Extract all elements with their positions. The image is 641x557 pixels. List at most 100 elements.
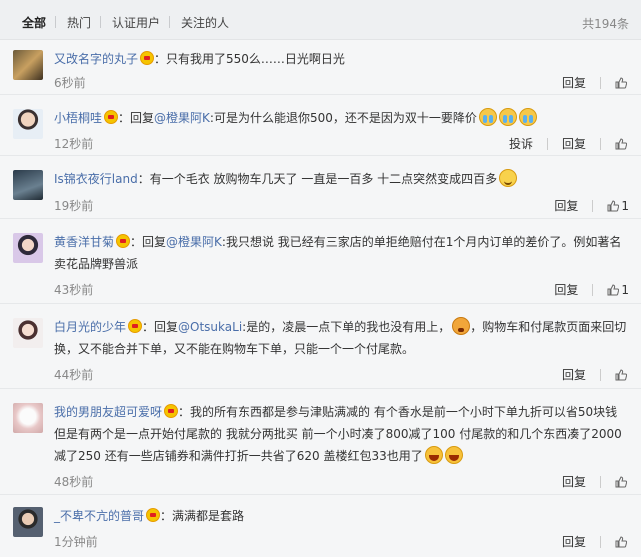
comment-time: 19秒前 <box>54 199 94 213</box>
action-divider <box>592 200 594 212</box>
like-button[interactable] <box>615 368 629 382</box>
like-button[interactable] <box>615 535 629 549</box>
reply-button[interactable]: 回复 <box>562 473 586 490</box>
comment-text: _不卑不亢的普哥 ：满满都是套路 <box>54 505 629 527</box>
comment-body: ：有一个毛衣 放购物车几天了 一直是一百多 十二点突然变成四百多 <box>137 172 498 186</box>
comment-time: 12秒前 <box>54 137 94 151</box>
cry-icon <box>478 108 497 126</box>
cry-icon <box>498 108 517 126</box>
thumbs-up-icon <box>615 476 627 488</box>
tab-all[interactable]: 全部 <box>22 14 46 31</box>
avatar[interactable] <box>13 109 43 139</box>
laugh-icon <box>424 446 443 464</box>
mention-link[interactable]: @橙果阿K <box>154 111 210 125</box>
action-divider <box>600 476 601 488</box>
action-divider <box>546 138 548 150</box>
username-link[interactable]: 我的男朋友超可爱呀 <box>54 405 162 419</box>
avatar[interactable] <box>13 233 43 263</box>
cry-icon <box>518 108 537 126</box>
comment-text: 小梧桐哇 ：回复@橙果阿K:可是为什么能退你500，还不是因为双十一要降价 <box>54 107 629 129</box>
reply-prefix: ：回复 <box>130 235 167 249</box>
tab-hot[interactable]: 热门 <box>67 14 91 31</box>
comment-item: 又改名字的丸子 ：只有我用了550么……日光啊日光 6秒前 回复 <box>0 40 641 95</box>
comment-item: _不卑不亢的普哥 ：满满都是套路 1分钟前 回复 <box>0 495 641 557</box>
comment-item: 我的男朋友超可爱呀 ：我的所有东西都是参与津贴满减的 有个香水是前一个小时下单九折… <box>0 389 641 495</box>
comment-text: 又改名字的丸子 ：只有我用了550么……日光啊日光 <box>54 48 629 70</box>
avatar[interactable] <box>13 507 43 537</box>
angry-icon <box>452 317 471 335</box>
avatar[interactable] <box>13 318 43 348</box>
like-button[interactable] <box>615 137 629 151</box>
reply-prefix: ：回复 <box>118 111 155 125</box>
thumbs-up-icon <box>607 284 620 296</box>
comment-text: Is锦衣夜行land：有一个毛衣 放购物车几天了 一直是一百多 十二点突然变成四… <box>54 168 629 190</box>
vip-badge-icon <box>128 319 143 333</box>
vip-badge-icon <box>104 110 119 124</box>
like-button[interactable] <box>615 475 629 489</box>
comment-actions: 回复 1 <box>554 281 629 298</box>
action-divider <box>600 369 601 381</box>
comment-time: 6秒前 <box>54 76 86 90</box>
reply-button[interactable]: 回复 <box>554 281 578 298</box>
comment-body: :可是为什么能退你500，还不是因为双十一要降价 <box>209 111 477 125</box>
vip-badge-icon <box>146 508 161 522</box>
comment-item: 白月光的少年 ：回复@OtsukaLi:是的，凌晨一点下单的我也没有用上， ，购物车… <box>0 304 641 389</box>
reply-button[interactable]: 回复 <box>554 197 578 214</box>
reply-button[interactable]: 回复 <box>562 533 586 550</box>
comment-time: 48秒前 <box>54 475 94 489</box>
comment-filter-tabs: 全部 热门 认证用户 关注的人 共194条 <box>0 0 641 40</box>
thumbs-up-icon <box>615 536 627 548</box>
like-button[interactable]: 1 <box>607 283 629 297</box>
reply-button[interactable]: 回复 <box>562 74 586 91</box>
report-button[interactable]: 投诉 <box>509 135 533 152</box>
like-count: 1 <box>621 199 629 213</box>
username-link[interactable]: 又改名字的丸子 <box>54 52 138 66</box>
thumbs-up-icon <box>607 200 620 212</box>
comment-text: 我的男朋友超可爱呀 ：我的所有东西都是参与津贴满减的 有个香水是前一个小时下单九折… <box>54 401 629 467</box>
username-link[interactable]: 黄香洋甘菊 <box>54 235 114 249</box>
avatar[interactable] <box>13 403 43 433</box>
vip-badge-icon <box>164 404 179 418</box>
action-divider <box>592 284 594 296</box>
mention-link[interactable]: @OtsukaLi <box>178 320 242 334</box>
reply-button[interactable]: 回复 <box>562 366 586 383</box>
tab-verified[interactable]: 认证用户 <box>112 14 160 31</box>
vip-badge-icon <box>140 51 155 65</box>
thumbs-up-icon <box>615 77 627 89</box>
action-divider <box>600 77 601 89</box>
like-button[interactable] <box>615 76 629 90</box>
comment-body: ：满满都是套路 <box>160 509 245 523</box>
username-link[interactable]: 白月光的少年 <box>54 320 126 334</box>
mention-link[interactable]: @橙果阿K <box>166 235 222 249</box>
action-divider <box>600 138 601 150</box>
action-divider <box>600 536 601 548</box>
tab-divider <box>100 16 101 28</box>
comment-body: ：只有我用了550么……日光啊日光 <box>154 52 345 66</box>
like-count: 1 <box>621 283 629 297</box>
tab-following[interactable]: 关注的人 <box>181 14 229 31</box>
tab-divider <box>169 16 170 28</box>
comment-actions: 回复 <box>562 533 629 550</box>
comment-actions: 回复 <box>562 473 629 490</box>
vip-badge-icon <box>116 234 131 248</box>
reply-prefix: ：回复 <box>142 320 179 334</box>
avatar[interactable] <box>13 50 43 80</box>
thumbs-up-icon <box>615 138 627 150</box>
username-link[interactable]: _不卑不亢的普哥 <box>54 509 144 523</box>
comment-item: 小梧桐哇 ：回复@橙果阿K:可是为什么能退你500，还不是因为双十一要降价 12秒… <box>0 95 641 156</box>
reply-button[interactable]: 回复 <box>562 135 586 152</box>
username-link[interactable]: Is锦衣夜行land <box>54 172 138 186</box>
comment-text: 黄香洋甘菊 ：回复@橙果阿K:我只想说 我已经有三家店的单拒绝赔付在1个月内订单的… <box>54 231 629 275</box>
comment-time: 1分钟前 <box>54 535 98 549</box>
comment-time: 44秒前 <box>54 368 94 382</box>
comment-actions: 投诉 回复 <box>509 135 629 152</box>
like-button[interactable]: 1 <box>607 199 629 213</box>
avatar[interactable] <box>13 170 43 200</box>
comment-item: 黄香洋甘菊 ：回复@橙果阿K:我只想说 我已经有三家店的单拒绝赔付在1个月内订单的… <box>0 219 641 304</box>
comment-body: :是的，凌晨一点下单的我也没有用上， <box>242 320 451 334</box>
comment-actions: 回复 1 <box>554 197 629 214</box>
comment-item: Is锦衣夜行land：有一个毛衣 放购物车几天了 一直是一百多 十二点突然变成四… <box>0 156 641 219</box>
comment-actions: 回复 <box>562 366 629 383</box>
comment-time: 43秒前 <box>54 283 94 297</box>
username-link[interactable]: 小梧桐哇 <box>54 111 102 125</box>
